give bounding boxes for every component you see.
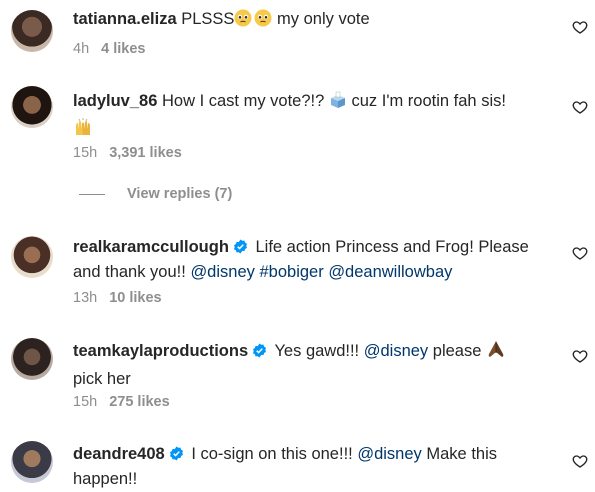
comment-text: and thank you!! — [73, 263, 186, 281]
username[interactable]: ladyluv_86 — [73, 92, 157, 110]
comment-text: PLSSS — [181, 10, 235, 28]
comment-text: happen!! — [73, 470, 138, 488]
comment-text: my only vote — [272, 10, 370, 28]
comment-text: pick her — [73, 370, 131, 388]
comment-text: Life action Princess and Frog! Please — [255, 238, 529, 256]
comment-text: Yes gawd!!! — [274, 342, 360, 360]
comment-meta: 15h 275 likes — [73, 394, 170, 410]
avatar[interactable] — [11, 236, 53, 278]
avatar[interactable] — [11, 10, 53, 52]
comment-time[interactable]: 4h — [73, 41, 89, 57]
likes-count[interactable]: 3,391 likes — [109, 145, 182, 161]
replies-divider — [79, 193, 105, 195]
ballot-box-emoji — [329, 91, 347, 117]
verified-badge-icon — [233, 239, 247, 254]
view-replies-button[interactable]: View replies (7) — [79, 186, 232, 202]
comment-text: Make this — [426, 445, 497, 463]
heart-outline-icon[interactable] — [572, 19, 588, 35]
avatar[interactable] — [11, 338, 53, 380]
mention-link[interactable]: @disney — [364, 342, 428, 360]
username[interactable]: deandre408 — [73, 445, 165, 463]
likes-count[interactable]: 4 likes — [101, 41, 145, 57]
pleading-face-emoji — [254, 9, 272, 35]
comment-meta: 13h 10 likes — [73, 290, 162, 306]
heart-outline-icon[interactable] — [572, 99, 588, 115]
heart-outline-icon[interactable] — [572, 453, 588, 469]
heart-outline-icon[interactable] — [572, 348, 588, 364]
heart-outline-icon[interactable] — [572, 245, 588, 261]
comment-time[interactable]: 15h — [73, 145, 97, 161]
mention-link[interactable]: @disney — [357, 445, 421, 463]
folded-hands-emoji — [486, 339, 506, 367]
likes-count[interactable]: 10 likes — [109, 290, 161, 306]
comment-text: I co-sign on this one!!! — [191, 445, 353, 463]
avatar[interactable] — [11, 441, 53, 483]
username[interactable]: realkaramccullough — [73, 238, 229, 256]
view-replies-label: View replies (7) — [127, 186, 233, 202]
hashtag-link[interactable]: #bobiger — [259, 263, 323, 281]
likes-count[interactable]: 275 likes — [109, 394, 169, 410]
comment-text: How I cast my vote?!? — [161, 92, 325, 110]
comment-time[interactable]: 15h — [73, 394, 97, 410]
verified-badge-icon — [253, 343, 267, 358]
raised-hands-emoji — [73, 117, 93, 145]
comment-text: cuz I'm rootin fah sis! — [351, 92, 506, 110]
mention-link[interactable]: @deanwillowbay — [328, 263, 452, 281]
comment-time[interactable]: 13h — [73, 290, 97, 306]
mention-link[interactable]: @disney — [190, 263, 254, 281]
comment-meta: 4h 4 likes — [73, 41, 145, 57]
avatar[interactable] — [11, 86, 53, 128]
verified-badge-icon — [169, 446, 183, 461]
comment-meta: 15h 3,391 likes — [73, 145, 182, 161]
comment-text: please — [432, 342, 482, 360]
username[interactable]: teamkaylaproductions — [73, 342, 248, 360]
pleading-face-emoji — [234, 9, 252, 35]
username[interactable]: tatianna.eliza — [73, 10, 177, 28]
